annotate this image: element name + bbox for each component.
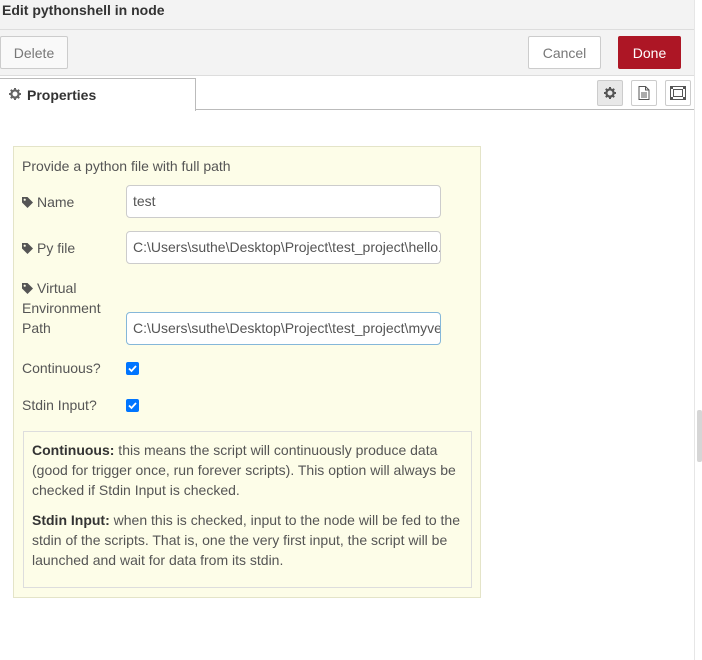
node-appearance-button[interactable]: [665, 80, 691, 106]
form-heading: Provide a python file with full path: [22, 158, 231, 174]
cancel-button[interactable]: Cancel: [528, 36, 601, 69]
venv-path-input[interactable]: C:\Users\suthe\Desktop\Project\test_proj…: [126, 312, 441, 345]
venv-label: Virtual Environment Path: [22, 278, 101, 338]
stdin-checkbox[interactable]: [126, 399, 139, 412]
node-properties-button[interactable]: [597, 80, 623, 106]
document-icon: [638, 86, 650, 100]
tab-properties[interactable]: Properties: [0, 78, 196, 111]
check-icon: [128, 365, 137, 373]
properties-panel: Provide a python file with full path Nam…: [13, 146, 481, 598]
help-continuous-title: Continuous:: [32, 442, 115, 458]
gear-icon: [9, 88, 21, 100]
tag-icon: [22, 197, 33, 208]
tag-icon: [22, 283, 33, 294]
delete-button[interactable]: Delete: [0, 36, 68, 69]
dialog-toolbar: Delete Cancel Done: [0, 30, 694, 76]
pyfile-label-text: Py file: [37, 240, 76, 256]
help-stdin: Stdin Input: when this is checked, input…: [32, 510, 463, 570]
dialog-titlebar: Edit pythonshell in node: [0, 0, 694, 30]
gear-icon: [604, 87, 616, 99]
dialog-title: Edit pythonshell in node: [2, 2, 165, 18]
help-stdin-title: Stdin Input:: [32, 512, 110, 528]
help-continuous: Continuous: this means the script will c…: [32, 440, 463, 500]
tab-properties-label: Properties: [27, 87, 97, 103]
venv-label-line2: Environment: [22, 300, 101, 316]
done-button[interactable]: Done: [618, 36, 681, 69]
tag-icon: [22, 243, 33, 254]
name-label-text: Name: [37, 194, 75, 210]
check-icon: [128, 402, 137, 410]
continuous-checkbox[interactable]: [126, 362, 139, 375]
tab-bar: Properties: [0, 76, 694, 111]
vertical-scrollbar[interactable]: [694, 0, 702, 660]
pyfile-input[interactable]: C:\Users\suthe\Desktop\Project\test_proj…: [126, 231, 441, 264]
continuous-label: Continuous?: [22, 360, 101, 376]
venv-label-line1: Virtual: [37, 280, 77, 296]
stdin-label: Stdin Input?: [22, 397, 97, 413]
frame-icon: [670, 86, 686, 100]
node-description-button[interactable]: [631, 80, 657, 106]
name-input[interactable]: test: [126, 185, 441, 218]
name-label: Name: [22, 192, 74, 212]
venv-label-line3: Path: [22, 320, 51, 336]
pyfile-label: Py file: [22, 238, 75, 258]
help-text-box: Continuous: this means the script will c…: [23, 431, 472, 588]
scrollbar-thumb[interactable]: [697, 410, 702, 462]
